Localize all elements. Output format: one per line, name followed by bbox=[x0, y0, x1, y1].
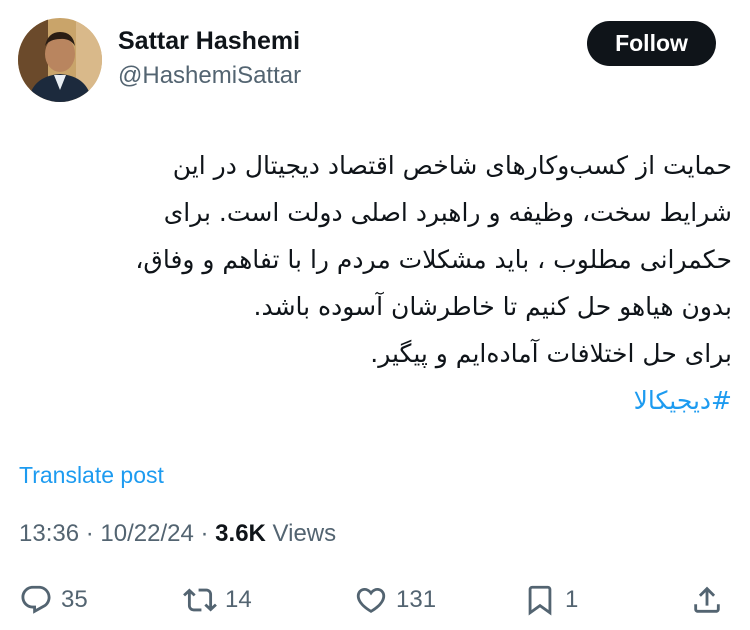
post-line: حکمرانی مطلوب ، باید مشکلات مردم را با ت… bbox=[135, 245, 732, 274]
follow-button[interactable]: Follow bbox=[587, 21, 716, 66]
post-date[interactable]: 10/22/24 bbox=[100, 520, 193, 547]
reply-count: 35 bbox=[61, 586, 88, 613]
post-line: شرایط سخت، وظیفه و راهبرد اصلی دولت است.… bbox=[163, 198, 732, 227]
post-line: برای حل اختلافات آماده‌ایم و پیگیر. bbox=[370, 339, 732, 368]
reply-icon bbox=[21, 585, 51, 614]
avatar[interactable] bbox=[18, 18, 102, 102]
bookmark-button[interactable]: 1 bbox=[523, 575, 578, 625]
post-line: بدون هیاهو حل کنیم تا خاطرشان آسوده باشد… bbox=[253, 292, 733, 321]
post-line: حمایت از کسب‌وکارهای شاخص اقتصاد دیجیتال… bbox=[172, 151, 732, 180]
avatar-photo bbox=[18, 18, 102, 102]
views-count: 3.6K bbox=[215, 520, 266, 547]
repost-button[interactable]: 14 bbox=[183, 575, 252, 625]
meta-separator: · bbox=[200, 520, 209, 547]
views-label: Views bbox=[272, 520, 337, 547]
repost-count: 14 bbox=[225, 586, 252, 613]
author-name[interactable]: Sattar Hashemi bbox=[118, 27, 300, 56]
bookmark-count: 1 bbox=[565, 586, 579, 613]
post-meta: 13:36 · 10/22/24 · 3.6K Views bbox=[19, 520, 336, 548]
translate-post-link[interactable]: Translate post bbox=[19, 462, 164, 489]
meta-separator: · bbox=[85, 520, 94, 547]
post-text: حمایت از کسب‌وکارهای شاخص اقتصاد دیجیتال… bbox=[32, 142, 732, 424]
repost-icon bbox=[183, 588, 217, 612]
author-handle[interactable]: @HashemiSattar bbox=[118, 62, 301, 90]
reply-button[interactable]: 35 bbox=[19, 575, 88, 625]
heart-icon bbox=[356, 587, 386, 613]
like-count: 131 bbox=[396, 586, 437, 613]
share-button[interactable] bbox=[690, 575, 724, 625]
like-button[interactable]: 131 bbox=[354, 575, 436, 625]
hashtag-link[interactable]: #دیجیکالا bbox=[32, 377, 732, 424]
action-bar: 35 14 131 1 bbox=[0, 575, 750, 625]
post-time[interactable]: 13:36 bbox=[19, 520, 79, 547]
bookmark-icon bbox=[528, 585, 552, 616]
share-icon bbox=[694, 586, 720, 613]
